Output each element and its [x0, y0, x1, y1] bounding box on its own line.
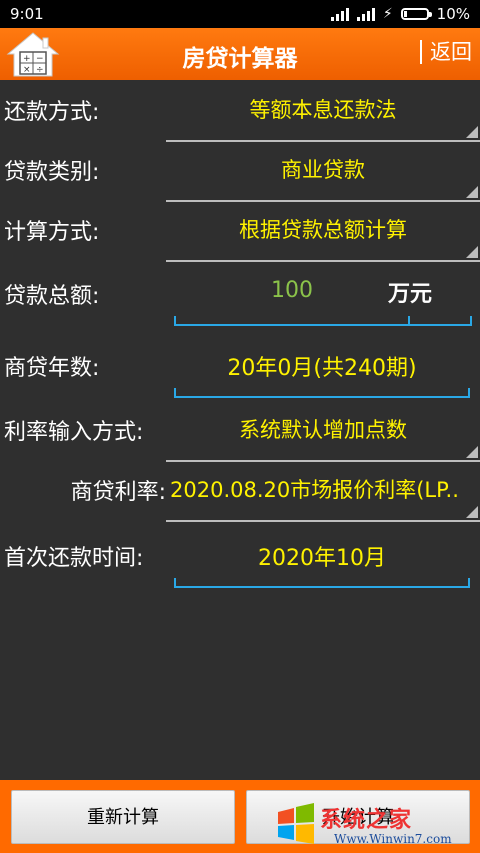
- calc-method-label: 计算方式:: [4, 220, 100, 245]
- status-time: 9:01: [10, 5, 44, 23]
- row-repay-method: 还款方式: 等额本息还款法: [0, 80, 480, 142]
- dropdown-corner-icon: [466, 126, 478, 138]
- dropdown-corner-icon: [466, 246, 478, 258]
- rate-input-method-label: 利率输入方式:: [4, 420, 144, 445]
- battery-percent: 10%: [436, 5, 470, 23]
- back-button[interactable]: 返回: [420, 40, 472, 64]
- bottom-bar: 重新计算 开始计算 系统之家 Www.Winwin7.com: [0, 780, 480, 853]
- row-first-repay-time: 首次还款时间: 2020年10月: [0, 526, 480, 588]
- watermark-text: 系统之家: [320, 808, 413, 833]
- dropdown-corner-icon: [466, 446, 478, 458]
- status-icons: ⚡ 10%: [330, 5, 470, 23]
- loan-amount-value: 100: [271, 278, 313, 303]
- charging-icon: ⚡: [382, 6, 393, 22]
- status-bar: 9:01 ⚡ 10%: [0, 0, 480, 28]
- loan-years-field[interactable]: 20年0月(共240期): [174, 336, 470, 398]
- rate-input-method-value: 系统默认增加点数: [239, 418, 407, 442]
- repay-method-spinner[interactable]: 等额本息还款法: [166, 80, 480, 142]
- watermark-logo-icon: [278, 803, 314, 844]
- page-title: 房贷计算器: [182, 46, 298, 72]
- loan-amount-unit: 万元: [388, 282, 433, 307]
- loan-rate-spinner[interactable]: 2020.08.20市场报价利率(LP..: [166, 460, 480, 522]
- loan-amount-label: 贷款总额:: [4, 284, 100, 309]
- loan-type-label: 贷款类别:: [4, 160, 100, 185]
- row-loan-years: 商贷年数: 20年0月(共240期): [0, 336, 480, 398]
- first-repay-time-label: 首次还款时间:: [4, 546, 144, 571]
- dropdown-corner-icon: [466, 186, 478, 198]
- rate-input-method-spinner[interactable]: 系统默认增加点数: [166, 400, 480, 462]
- reset-button[interactable]: 重新计算: [11, 790, 235, 844]
- loan-years-value: 20年0月(共240期): [227, 356, 417, 381]
- repay-method-value: 等额本息还款法: [249, 98, 397, 122]
- calc-method-spinner[interactable]: 根据贷款总额计算: [166, 200, 480, 262]
- signal-icon: [330, 7, 349, 21]
- repay-method-label: 还款方式:: [4, 100, 100, 125]
- app-header: + − × ÷ 房贷计算器 返回: [0, 28, 480, 80]
- first-repay-time-field[interactable]: 2020年10月: [174, 526, 470, 588]
- loan-type-value: 商业贷款: [281, 158, 365, 182]
- row-rate-input-method: 利率输入方式: 系统默认增加点数: [0, 400, 480, 462]
- row-calc-method: 计算方式: 根据贷款总额计算: [0, 200, 480, 262]
- row-loan-amount: 贷款总额: 100 万元: [0, 264, 480, 326]
- dropdown-corner-icon: [466, 506, 478, 518]
- loan-rate-label: 商贷利率:: [70, 480, 166, 505]
- calc-method-value: 根据贷款总额计算: [239, 218, 407, 242]
- row-loan-type: 贷款类别: 商业贷款: [0, 140, 480, 202]
- watermark-url: Www.Winwin7.com: [334, 832, 452, 846]
- loan-years-label: 商贷年数:: [4, 356, 100, 381]
- watermark: 系统之家 Www.Winwin7.com: [274, 800, 474, 850]
- first-repay-time-value: 2020年10月: [258, 546, 386, 571]
- battery-icon: [400, 8, 432, 20]
- loan-rate-value: 2020.08.20市场报价利率(LP..: [170, 478, 459, 502]
- loan-type-spinner[interactable]: 商业贷款: [166, 140, 480, 202]
- row-loan-rate: 商贷利率: 2020.08.20市场报价利率(LP..: [0, 460, 480, 522]
- signal-icon-2: [356, 7, 375, 21]
